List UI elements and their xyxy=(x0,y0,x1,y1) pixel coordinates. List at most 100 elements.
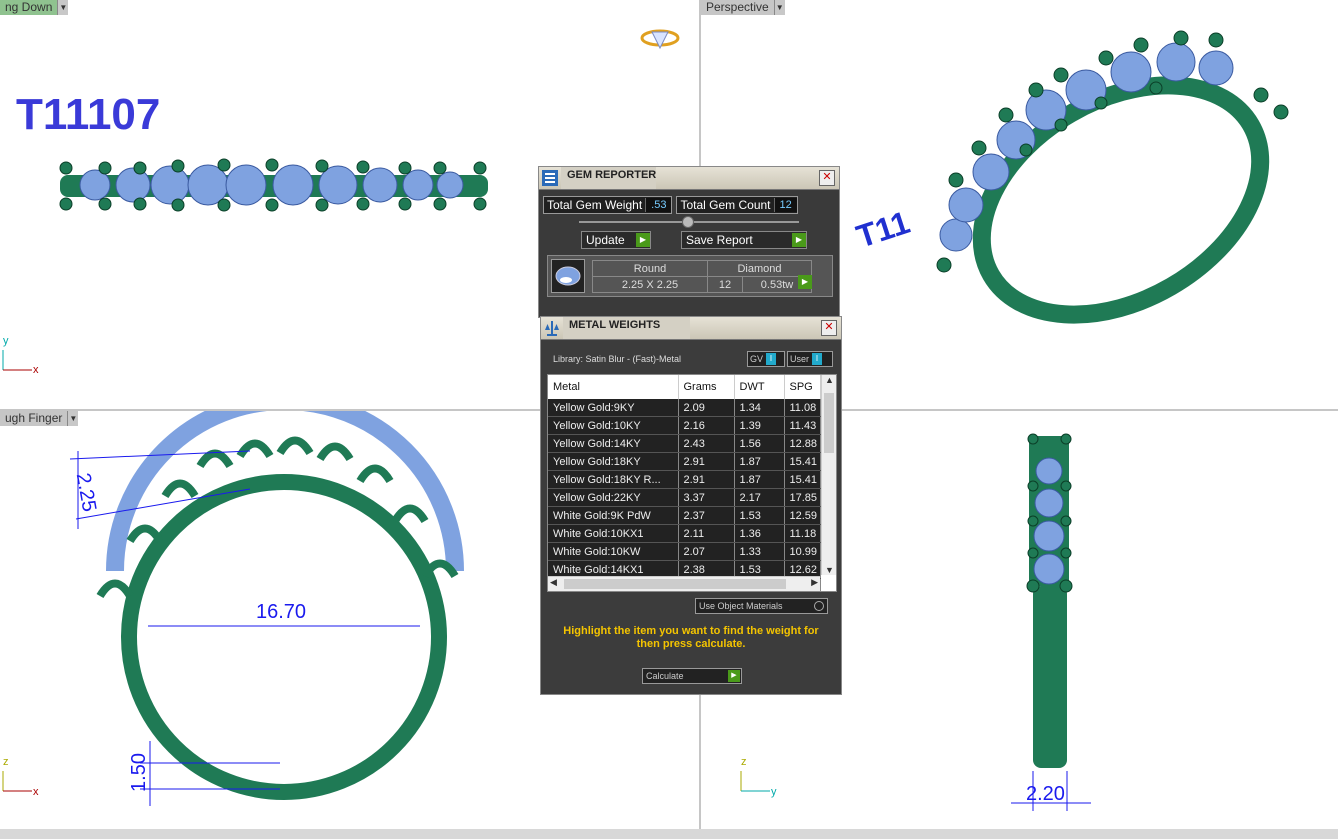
button-label: Calculate xyxy=(646,671,684,681)
table-cell: 2.91 xyxy=(678,452,735,471)
status-strip xyxy=(0,829,1338,839)
scroll-thumb[interactable] xyxy=(824,393,834,453)
table-cell: 2.91 xyxy=(678,470,735,489)
table-cell: 1.53 xyxy=(734,506,785,525)
toggle-switch-icon: I xyxy=(812,353,823,365)
gem-reporter-titlebar[interactable]: GEM REPORTER ✕ xyxy=(539,167,839,190)
table-cell: 2.07 xyxy=(678,542,735,561)
table-cell: 2.09 xyxy=(678,399,735,417)
table-cell: 11.43 xyxy=(784,416,821,435)
table-cell: Yellow Gold:14KY xyxy=(548,434,679,453)
slider-knob[interactable] xyxy=(682,216,694,228)
gem-thumbnail-icon xyxy=(551,259,585,293)
field-label: Total Gem Weight xyxy=(547,198,643,212)
field-label: Total Gem Count xyxy=(680,198,771,212)
column-header[interactable]: DWT xyxy=(734,375,785,399)
metal-weights-table: Metal Grams DWT SPG Yellow Gold:9KY 2.09 1.34… xyxy=(548,375,821,591)
table-cell: 1.56 xyxy=(734,434,785,453)
panel-slider[interactable] xyxy=(579,216,799,228)
field-value: .53 xyxy=(645,198,672,212)
dimension-inner-diameter: 16.70 xyxy=(256,601,307,623)
scroll-down-icon[interactable]: ▼ xyxy=(825,565,834,575)
hint-text: Highlight the item you want to find the … xyxy=(563,625,819,650)
table-row[interactable]: Yellow Gold:10KY 2.16 1.39 11.43 xyxy=(548,416,821,435)
table-cell: 12.88 xyxy=(784,434,821,453)
scroll-left-icon[interactable]: ◀ xyxy=(550,577,557,588)
update-button[interactable]: Update ▶ xyxy=(581,231,651,249)
total-gem-count-field: Total Gem Count 12 xyxy=(676,196,798,214)
table-cell: 11.08 xyxy=(784,399,821,417)
table-cell: 1.87 xyxy=(734,470,785,489)
vertical-scrollbar[interactable]: ▲ ▼ xyxy=(821,375,836,575)
radio-icon xyxy=(814,601,824,611)
close-icon[interactable]: ✕ xyxy=(821,320,837,336)
save-report-button[interactable]: Save Report ▶ xyxy=(681,231,807,249)
table-row[interactable]: Yellow Gold:14KY 2.43 1.56 12.88 xyxy=(548,434,821,453)
table-cell: 2.17 xyxy=(734,488,785,507)
table-row[interactable]: Yellow Gold:9KY 2.09 1.34 11.08 xyxy=(548,399,821,417)
field-value: 12 xyxy=(773,198,797,212)
table-cell: Yellow Gold:10KY xyxy=(548,416,679,435)
gem-shape: Round xyxy=(592,260,708,277)
svg-text:T11: T11 xyxy=(852,204,914,255)
gem-details-table: Round Diamond 2.25 X 2.25 12 0.53tw xyxy=(592,260,812,293)
gv-toggle[interactable]: GV I xyxy=(747,351,785,367)
horizontal-scrollbar[interactable]: ◀ ▶ xyxy=(548,576,820,591)
table-row[interactable]: Yellow Gold:18KY 2.91 1.87 15.41 xyxy=(548,452,821,471)
calculate-button[interactable]: Calculate ▶ xyxy=(642,668,742,684)
use-object-materials-toggle[interactable]: Use Object Materials xyxy=(695,598,828,614)
table-cell: 2.11 xyxy=(678,524,735,543)
table-cell: 1.36 xyxy=(734,524,785,543)
column-header[interactable]: Metal xyxy=(548,375,679,399)
gem-count: 12 xyxy=(707,276,743,293)
button-label: Save Report xyxy=(686,233,753,247)
gem-reporter-icon xyxy=(539,167,561,189)
table-row[interactable]: Yellow Gold:18KY R... 2.91 1.87 15.41 xyxy=(548,470,821,489)
table-cell: White Gold:10KX1 xyxy=(548,524,679,543)
scroll-thumb[interactable] xyxy=(564,579,786,589)
table-cell: Yellow Gold:22KY xyxy=(548,488,679,507)
toggle-switch-icon: I xyxy=(766,353,777,365)
table-cell: Yellow Gold:9KY xyxy=(548,399,679,417)
toggle-label: User xyxy=(790,354,810,364)
scroll-right-icon[interactable]: ▶ xyxy=(811,577,818,588)
table-row[interactable]: White Gold:10KX1 2.11 1.36 11.18 xyxy=(548,524,821,543)
scroll-up-icon[interactable]: ▲ xyxy=(825,375,834,385)
table-row[interactable]: Yellow Gold:22KY 3.37 2.17 17.85 xyxy=(548,488,821,507)
play-icon[interactable]: ▶ xyxy=(798,275,812,289)
table-row[interactable]: White Gold:10KW 2.07 1.33 10.99 xyxy=(548,542,821,561)
table-row[interactable]: White Gold:9K PdW 2.37 1.53 12.59 xyxy=(548,506,821,525)
table-cell: 3.37 xyxy=(678,488,735,507)
toggle-label: GV xyxy=(750,354,764,364)
column-header[interactable]: Grams xyxy=(678,375,735,399)
gem-reporter-panel[interactable]: GEM REPORTER ✕ Total Gem Weight .53 Tota… xyxy=(538,166,840,318)
user-toggle[interactable]: User I xyxy=(787,351,833,367)
table-cell: Yellow Gold:18KY R... xyxy=(548,470,679,489)
toggle-label: Use Object Materials xyxy=(699,601,783,611)
dimension-band-width: 2.20 xyxy=(1026,783,1065,805)
metal-weights-panel[interactable]: METAL WEIGHTS ✕ Library: Satin Blur - (F… xyxy=(540,316,842,695)
table-cell: 10.99 xyxy=(784,542,821,561)
library-label: Library: Satin Blur - (Fast)-Metal xyxy=(553,354,682,364)
panel-title: METAL WEIGHTS xyxy=(563,317,691,339)
panel-title: GEM REPORTER xyxy=(561,167,657,189)
table-cell: 12.59 xyxy=(784,506,821,525)
play-icon: ▶ xyxy=(636,233,650,247)
metal-weights-titlebar[interactable]: METAL WEIGHTS ✕ xyxy=(541,317,841,340)
table-cell: 1.39 xyxy=(734,416,785,435)
table-cell: 15.41 xyxy=(784,452,821,471)
axis-gizmo-icon xyxy=(740,771,770,792)
table-cell: White Gold:10KW xyxy=(548,542,679,561)
table-cell: 2.43 xyxy=(678,434,735,453)
close-icon[interactable]: ✕ xyxy=(819,170,835,186)
play-icon: ▶ xyxy=(792,233,806,247)
table-cell: 11.18 xyxy=(784,524,821,543)
ring-preview-icon xyxy=(640,29,680,50)
column-header[interactable]: SPG xyxy=(784,375,821,399)
gem-list-row[interactable]: Round Diamond 2.25 X 2.25 12 0.53tw ▶ xyxy=(547,255,833,297)
table-cell: 2.37 xyxy=(678,506,735,525)
axis-gizmo-icon xyxy=(2,771,32,792)
table-cell: Yellow Gold:18KY xyxy=(548,452,679,471)
metal-table-container[interactable]: Metal Grams DWT SPG Yellow Gold:9KY 2.09 1.34… xyxy=(547,374,837,592)
gem-size: 2.25 X 2.25 xyxy=(592,276,708,293)
